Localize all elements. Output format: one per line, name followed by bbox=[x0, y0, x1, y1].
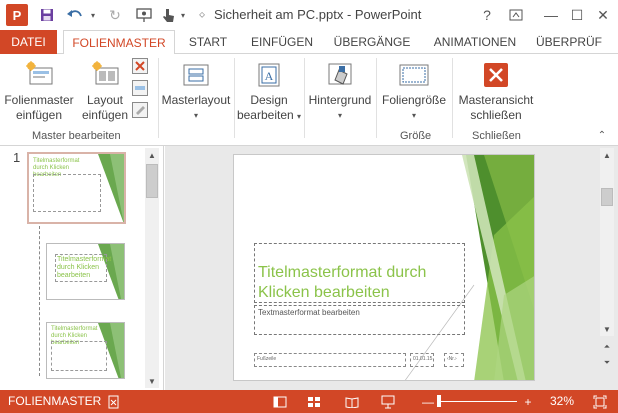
tab-review[interactable]: ÜBERPRÜF bbox=[536, 30, 618, 54]
ribbon-panel: Folienmaster einfügen Layout einfügen Ma… bbox=[0, 54, 618, 146]
chevron-down-icon: ▾ bbox=[337, 111, 342, 120]
insert-slide-master-icon bbox=[24, 60, 54, 90]
slideshow-view-icon[interactable] bbox=[380, 394, 396, 409]
chevron-down-icon: ▾ bbox=[411, 111, 416, 120]
save-icon[interactable] bbox=[38, 5, 56, 25]
scroll-down-icon[interactable]: ▼ bbox=[145, 374, 159, 388]
ribbon-separator bbox=[452, 58, 453, 138]
ribbon-tab-bar: DATEI FOLIENMASTER START EINFÜGEN ÜBERGÄ… bbox=[0, 30, 618, 55]
close-window-button[interactable]: ✕ bbox=[592, 5, 614, 25]
insert-layout-icon bbox=[90, 60, 120, 90]
slide-number-placeholder[interactable]: ‹Nr.› bbox=[444, 353, 464, 367]
slide-editing-area: Titelmasterformat durch Klicken bearbeit… bbox=[165, 146, 618, 390]
group-label-master-edit: Master bearbeiten bbox=[32, 130, 121, 142]
thumbnail-graphic bbox=[110, 244, 124, 299]
help-button[interactable]: ? bbox=[476, 5, 498, 25]
layout-tree-line bbox=[39, 226, 40, 376]
slide-number: 1 bbox=[13, 150, 21, 165]
quick-access-dropdown-icon[interactable]: ▾ bbox=[178, 5, 188, 25]
reading-view-icon[interactable] bbox=[344, 394, 360, 409]
scroll-thumb[interactable] bbox=[601, 188, 613, 206]
master-small-actions bbox=[132, 58, 152, 124]
minimize-button[interactable]: — bbox=[540, 5, 562, 25]
zoom-slider-track[interactable] bbox=[437, 401, 517, 402]
svg-text:A: A bbox=[265, 69, 274, 83]
thumbnail-layout-title[interactable]: Titelmasterformat durch Klicken bearbeit… bbox=[46, 243, 125, 300]
zoom-out-icon[interactable]: — bbox=[420, 394, 436, 409]
collapse-ribbon-icon[interactable]: ⌃ bbox=[596, 128, 608, 142]
edit-design-button[interactable]: A Design bearbeiten ▾ bbox=[236, 60, 302, 124]
tab-file[interactable]: DATEI bbox=[0, 30, 57, 54]
powerpoint-logo-icon: P bbox=[6, 4, 28, 26]
tab-insert[interactable]: EINFÜGEN bbox=[244, 30, 320, 54]
touch-mode-icon[interactable] bbox=[158, 5, 178, 25]
scroll-thumb[interactable] bbox=[146, 164, 158, 198]
thumbnail-graphic bbox=[110, 323, 124, 378]
ribbon-separator bbox=[304, 58, 305, 138]
master-slide-canvas: Titelmasterformat durch Klicken bearbeit… bbox=[233, 154, 535, 381]
zoom-slider-handle[interactable] bbox=[437, 395, 441, 407]
title-placeholder-text[interactable]: Titelmasterformat durch Klicken bearbeit… bbox=[258, 263, 463, 303]
close-master-view-button[interactable]: Masteransicht schließen bbox=[456, 60, 536, 123]
previous-slide-icon[interactable]: ⏶ bbox=[600, 340, 614, 354]
tab-animations[interactable]: ANIMATIONEN bbox=[424, 30, 526, 54]
redo-icon[interactable]: ↻ bbox=[106, 5, 124, 25]
master-layout-button[interactable]: Masterlayout ▾ bbox=[160, 60, 232, 123]
background-icon bbox=[325, 60, 355, 90]
tab-home[interactable]: START bbox=[182, 30, 234, 54]
edit-design-icon: A bbox=[254, 60, 284, 90]
slide-sorter-view-icon[interactable] bbox=[306, 394, 322, 409]
slide-thumbnail-pane: 1 Titelmasterformat durch Klicken bearbe… bbox=[0, 146, 164, 390]
zoom-in-icon[interactable]: + bbox=[520, 394, 536, 409]
text-placeholder-text[interactable]: Textmasterformat bearbeiten bbox=[258, 308, 360, 317]
ribbon-separator bbox=[158, 58, 159, 138]
tab-transitions[interactable]: ÜBERGÄNGE bbox=[330, 30, 414, 54]
customize-toolbar-icon[interactable]: ⬦ bbox=[196, 5, 208, 25]
thumbnail-layout-content[interactable]: Titelmasterformat durch Klicken bearbeit… bbox=[46, 322, 125, 379]
scroll-up-icon[interactable]: ▲ bbox=[145, 148, 159, 162]
slide-vertical-scrollbar[interactable]: ▲ ▼ bbox=[600, 148, 614, 336]
fit-slide-to-window-icon[interactable] bbox=[592, 394, 608, 409]
group-label-size: Größe bbox=[400, 130, 432, 142]
group-label-close: Schließen bbox=[472, 130, 521, 142]
date-placeholder[interactable]: 01.01.15 bbox=[410, 353, 434, 367]
scroll-up-icon[interactable]: ▲ bbox=[600, 148, 614, 162]
title-bar: P ▾ ↻ ▾ ⬦ Sicherheit am PC.pptx - PowerP… bbox=[0, 0, 618, 30]
background-button[interactable]: Hintergrund ▾ bbox=[306, 60, 374, 123]
chevron-down-icon: ▾ bbox=[297, 112, 302, 121]
tab-slide-master[interactable]: FOLIENMASTER bbox=[63, 30, 175, 55]
slide-size-button[interactable]: Foliengröße ▾ bbox=[378, 60, 450, 123]
zoom-level[interactable]: 32% bbox=[550, 390, 574, 413]
thumbnail-scrollbar[interactable]: ▲ ▼ bbox=[145, 148, 159, 388]
chevron-down-icon: ▾ bbox=[193, 111, 198, 120]
undo-dropdown-icon[interactable]: ▾ bbox=[88, 5, 98, 25]
ribbon-separator bbox=[234, 58, 235, 138]
slide-size-icon bbox=[397, 60, 431, 90]
window-title: Sicherheit am PC.pptx - PowerPoint bbox=[214, 7, 422, 22]
normal-view-icon[interactable] bbox=[272, 394, 288, 409]
close-master-view-icon bbox=[481, 60, 511, 90]
ribbon-separator bbox=[376, 58, 377, 138]
thumbnail-placeholder bbox=[55, 254, 107, 282]
footer-placeholder[interactable]: Fußzeile bbox=[254, 353, 406, 367]
maximize-button[interactable]: ☐ bbox=[566, 5, 588, 25]
thumbnail-graphic bbox=[110, 154, 124, 222]
thumbnail-placeholder bbox=[51, 341, 107, 371]
next-slide-icon[interactable]: ⏷ bbox=[600, 356, 614, 370]
delete-slide-icon[interactable] bbox=[132, 58, 148, 74]
undo-icon[interactable] bbox=[64, 5, 86, 25]
master-layout-icon bbox=[181, 60, 211, 90]
insert-slide-master-button[interactable]: Folienmaster einfügen bbox=[4, 60, 74, 123]
preserve-icon[interactable] bbox=[132, 102, 148, 118]
rename-icon[interactable] bbox=[132, 80, 148, 96]
thumbnail-master-slide[interactable]: Titelmasterformat durch Klicken bearbeit… bbox=[27, 152, 126, 224]
scroll-down-icon[interactable]: ▼ bbox=[600, 322, 614, 336]
status-view-name: FOLIENMASTER bbox=[8, 394, 102, 408]
status-bar: FOLIENMASTER — + 32% bbox=[0, 390, 618, 413]
ribbon-display-options-button[interactable] bbox=[505, 5, 527, 25]
spelling-check-icon[interactable] bbox=[106, 394, 122, 409]
presentation-from-start-icon[interactable] bbox=[134, 5, 154, 25]
insert-layout-button[interactable]: Layout einfügen bbox=[80, 60, 130, 123]
thumbnail-placeholder bbox=[33, 174, 101, 212]
